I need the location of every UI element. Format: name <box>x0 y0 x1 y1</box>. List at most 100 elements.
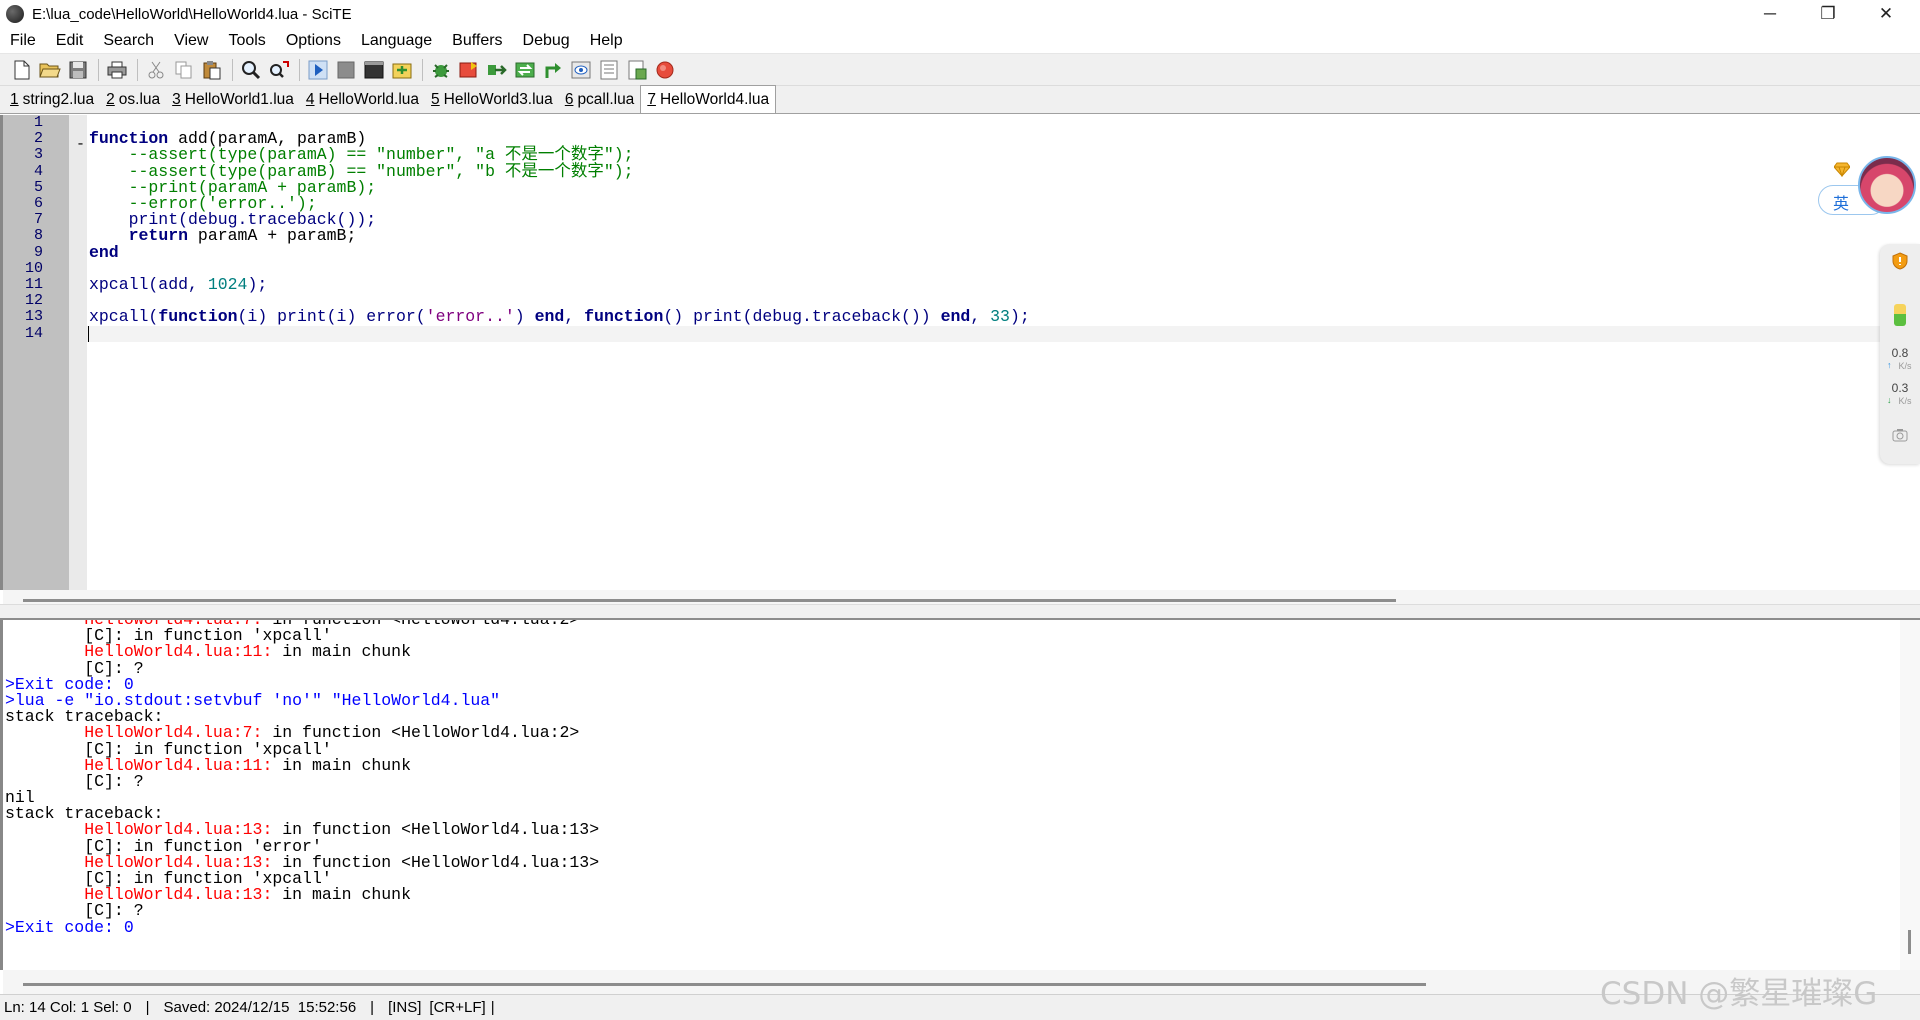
menu-debug[interactable]: Debug <box>513 28 580 54</box>
pane-splitter[interactable] <box>0 604 1920 620</box>
step-over-icon[interactable] <box>513 58 537 82</box>
debug-break-icon[interactable] <box>457 58 481 82</box>
tab-number: 3 <box>172 91 181 108</box>
tab-helloworld3-lua[interactable]: 5 HelloWorld3.lua <box>425 87 559 113</box>
tab-helloworld-lua[interactable]: 4 HelloWorld.lua <box>300 87 425 113</box>
copy-icon[interactable] <box>172 58 196 82</box>
code-editor[interactable]: 1 2 3 4 5 6 7 8 9 10 11 12 13 14 - funct… <box>0 114 1920 590</box>
minimize-button[interactable]: ─ <box>1741 0 1799 28</box>
watch-icon[interactable] <box>569 58 593 82</box>
line-number: 7 <box>33 211 43 229</box>
keyword: function <box>584 307 664 327</box>
fold-collapse-icon[interactable]: - <box>76 136 85 153</box>
tab-helloworld4-lua[interactable]: 7 HelloWorld4.lua <box>640 85 777 113</box>
locals-icon[interactable] <box>597 58 621 82</box>
debug-run-icon[interactable] <box>429 58 453 82</box>
menu-tools[interactable]: Tools <box>218 28 275 54</box>
upload-speed-unit: K/s <box>1898 361 1912 371</box>
output-pane[interactable]: HelloWorld4.lua:7: in function <HelloWor… <box>0 620 1900 970</box>
stop-icon[interactable] <box>334 58 358 82</box>
editor-horizontal-scrollbar[interactable] <box>3 590 1920 604</box>
buffer-tabs: 1 string2.lua 2 os.lua 3 HelloWorld1.lua 4H… <box>0 85 1920 114</box>
build-icon[interactable] <box>390 58 414 82</box>
compile-icon[interactable] <box>306 58 330 82</box>
status-insert-mode: [INS] <box>388 999 422 1016</box>
menu-view[interactable]: View <box>164 28 218 54</box>
breakpoint-icon[interactable] <box>653 58 677 82</box>
line-number: 6 <box>33 195 43 212</box>
code-area[interactable]: function add(paramA, paramB) --assert(ty… <box>87 115 1920 590</box>
scite-app-icon[interactable] <box>6 5 24 23</box>
tab-helloworld1-lua[interactable]: 3 HelloWorld1.lua <box>166 87 300 113</box>
console-icon[interactable] <box>362 58 386 82</box>
print-icon[interactable] <box>105 58 129 82</box>
status-line-ending: [CR+LF] <box>429 999 486 1016</box>
tab-number: 4 <box>305 91 315 108</box>
menu-bar: File Edit Search View Tools Options Lang… <box>0 28 1920 54</box>
line-number: 3 <box>33 146 43 164</box>
tab-pcall-lua[interactable]: 6 pcall.lua <box>559 87 641 113</box>
code-text: (i) print(i) error( <box>237 307 426 327</box>
line-number: 14 <box>24 324 43 342</box>
output-exit-code: >Exit code: 0 <box>5 917 134 937</box>
save-icon[interactable] <box>66 58 90 82</box>
editor-scroll-thumb[interactable] <box>23 599 1396 602</box>
shield-icon[interactable] <box>1892 252 1908 270</box>
download-speed-value: 0.3 <box>1891 381 1909 395</box>
string-literal: 'error..' <box>425 307 515 327</box>
step-into-icon[interactable] <box>485 58 509 82</box>
paste-icon[interactable] <box>200 58 224 82</box>
tab-number: 1 <box>10 91 19 108</box>
replace-icon[interactable] <box>267 58 291 82</box>
diamond-icon <box>1833 161 1851 178</box>
toolbar-separator <box>422 58 423 81</box>
step-out-icon[interactable] <box>541 58 565 82</box>
keyword: end <box>940 307 971 327</box>
tab-number: 2 <box>106 91 115 108</box>
restore-button[interactable]: ❐ <box>1799 0 1857 28</box>
system-monitor-panel[interactable]: 0.8 ↑ K/s 0.3 ↓ K/s <box>1880 244 1920 464</box>
output-vertical-scrollbar[interactable] <box>1900 620 1920 970</box>
ime-avatar[interactable] <box>1858 156 1916 214</box>
fold-margin[interactable] <box>69 115 87 590</box>
tab-number: 5 <box>431 91 440 108</box>
menu-file[interactable]: File <box>0 28 46 54</box>
tab-os-lua[interactable]: 2 os.lua <box>100 87 166 113</box>
menu-help[interactable]: Help <box>580 28 633 54</box>
tab-label: HelloWorld1.lua <box>184 91 294 108</box>
menu-language[interactable]: Language <box>351 28 442 54</box>
camera-icon[interactable] <box>1892 428 1908 442</box>
output-text-segment: in main chunk <box>272 642 411 662</box>
code-text: () print(debug.traceback()) <box>663 307 941 327</box>
toolbar-separator <box>299 58 300 81</box>
output-scroll-thumb[interactable] <box>1908 930 1911 954</box>
current-line-highlight <box>87 325 1920 342</box>
menu-edit[interactable]: Edit <box>46 28 94 54</box>
code-line: xpcall(function(i) print(i) error('error… <box>89 307 1030 327</box>
number-literal: 33 <box>990 307 1010 327</box>
menu-search[interactable]: Search <box>93 28 164 54</box>
line-number-gutter[interactable]: 1 2 3 4 5 6 7 8 9 10 11 12 13 14 <box>3 114 69 590</box>
code-text: ); <box>247 275 268 294</box>
tab-label: HelloWorld3.lua <box>443 91 553 108</box>
line-number: 1 <box>33 114 43 131</box>
output-line: [C]: ? <box>5 771 144 791</box>
output-hscroll-thumb[interactable] <box>23 983 1426 986</box>
ime-widget[interactable]: 英 <box>1818 152 1918 218</box>
tab-string2-lua[interactable]: 1 string2.lua <box>4 87 100 113</box>
new-file-icon[interactable] <box>10 58 34 82</box>
stack-icon[interactable] <box>625 58 649 82</box>
find-icon[interactable] <box>239 58 263 82</box>
status-cursor-position: Ln: 14 Col: 1 Sel: 0 <box>4 999 132 1016</box>
menu-buffers[interactable]: Buffers <box>442 28 512 54</box>
tab-label: HelloWorld.lua <box>318 91 420 108</box>
menu-options[interactable]: Options <box>276 28 351 54</box>
cut-icon[interactable] <box>144 58 168 82</box>
close-button[interactable]: ✕ <box>1857 0 1915 28</box>
line-number: 9 <box>33 243 43 261</box>
tab-label: string2.lua <box>22 91 95 108</box>
tab-number: 6 <box>564 91 574 108</box>
text-caret <box>88 325 89 342</box>
number-literal: 1024 <box>207 275 248 294</box>
open-file-icon[interactable] <box>38 58 62 82</box>
